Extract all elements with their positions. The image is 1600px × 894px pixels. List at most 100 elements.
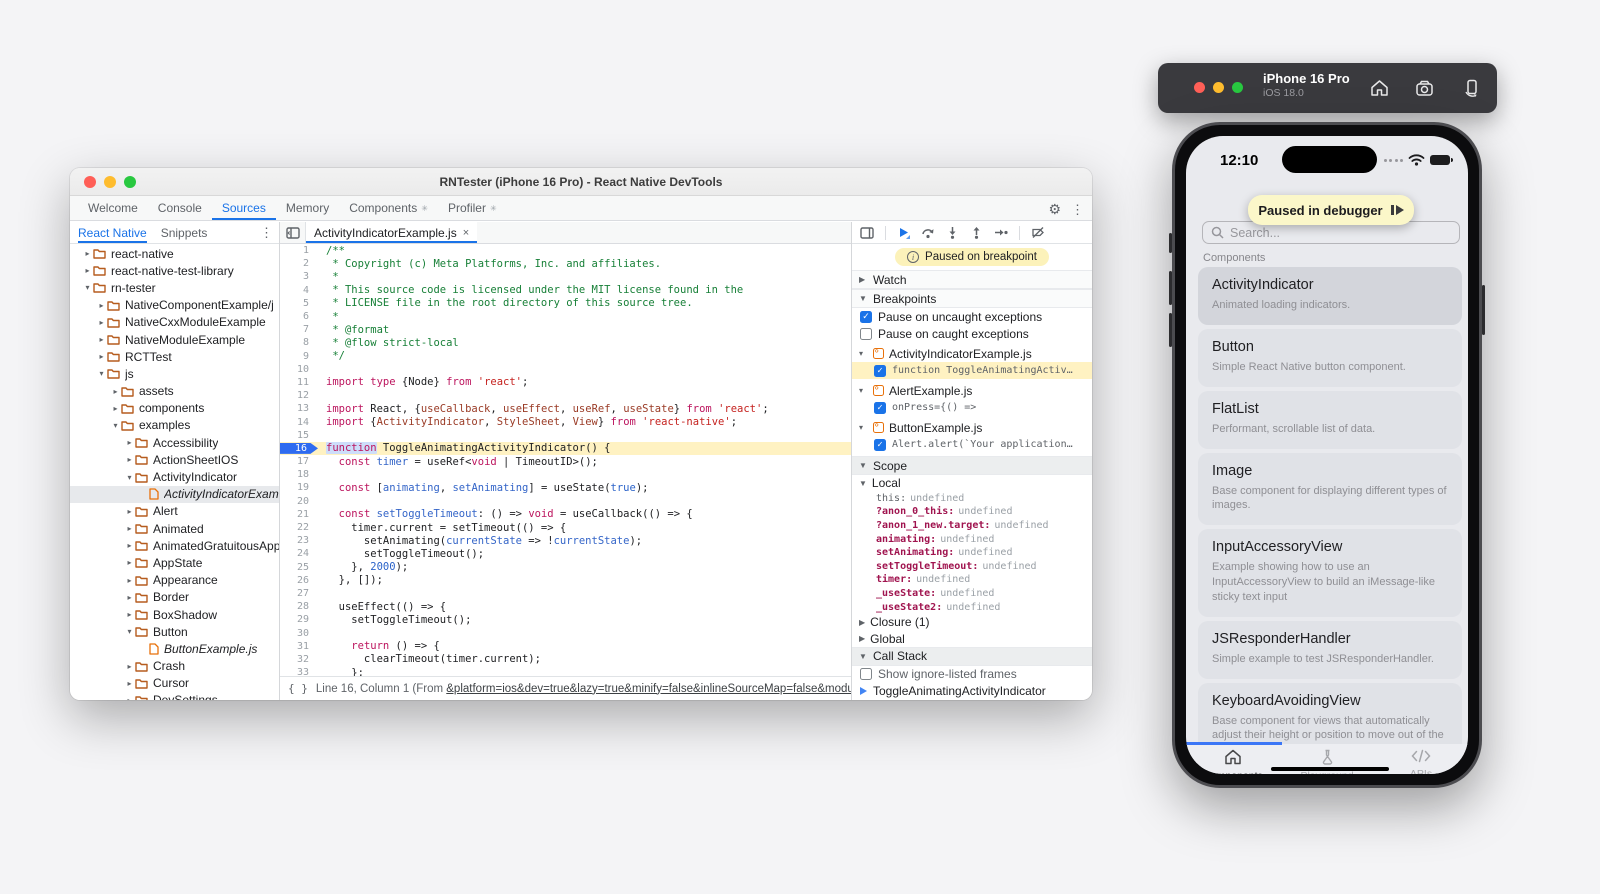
chevron-right-icon[interactable]: ▸ <box>96 301 107 310</box>
line-number[interactable]: 6 <box>280 311 318 322</box>
chevron-down-icon[interactable]: ▾ <box>82 283 93 292</box>
scope-variable[interactable]: ?anon_1_new.target:undefined <box>852 519 1092 533</box>
line-number[interactable]: 22 <box>280 522 318 533</box>
step-icon[interactable] <box>994 226 1008 239</box>
tree-item-devsettings[interactable]: ▸DevSettings <box>70 692 279 700</box>
chevron-right-icon[interactable]: ▸ <box>96 352 107 361</box>
line-number[interactable]: 13 <box>280 403 318 414</box>
tab-console[interactable]: Console <box>148 196 212 220</box>
tab-welcome[interactable]: Welcome <box>78 196 148 220</box>
scope-local[interactable]: ▼Local <box>852 475 1092 492</box>
chevron-right-icon[interactable]: ▸ <box>124 558 135 567</box>
component-card-jsresponderhandler[interactable]: JSResponderHandlerSimple example to test… <box>1198 621 1462 679</box>
line-number[interactable]: 5 <box>280 298 318 309</box>
deactivate-breakpoints-icon[interactable] <box>1031 226 1045 239</box>
settings-gear-icon[interactable]: ⚙ <box>1048 201 1061 218</box>
section-call-stack[interactable]: ▼Call Stack <box>852 647 1092 666</box>
tree-item-cursor[interactable]: ▸Cursor <box>70 675 279 692</box>
line-number[interactable]: 24 <box>280 548 318 559</box>
section-scope[interactable]: ▼Scope <box>852 456 1092 475</box>
chevron-right-icon[interactable]: ▸ <box>124 576 135 585</box>
tab-memory[interactable]: Memory <box>276 196 339 220</box>
tree-item-boxshadow[interactable]: ▸BoxShadow <box>70 606 279 623</box>
component-card-activityindicator[interactable]: ActivityIndicatorAnimated loading indica… <box>1198 267 1462 325</box>
chevron-right-icon[interactable]: ▸ <box>124 679 135 688</box>
component-card-image[interactable]: ImageBase component for displaying diffe… <box>1198 453 1462 526</box>
tree-item-accessibility[interactable]: ▸Accessibility <box>70 434 279 451</box>
tree-item-activityindicator[interactable]: ▾ActivityIndicator <box>70 468 279 485</box>
close-tab-icon[interactable]: × <box>463 227 469 239</box>
checkbox-icon[interactable] <box>860 328 872 340</box>
home-indicator[interactable] <box>1271 767 1389 772</box>
component-card-button[interactable]: ButtonSimple React Native button compone… <box>1198 329 1462 387</box>
line-number[interactable]: 28 <box>280 601 318 612</box>
chevron-right-icon[interactable]: ▸ <box>96 318 107 327</box>
tree-item-js[interactable]: ▾js <box>70 365 279 382</box>
line-number[interactable]: 32 <box>280 654 318 665</box>
show-ignore-listed-option[interactable]: Show ignore-listed frames <box>852 666 1092 683</box>
line-number[interactable]: 1 <box>280 245 318 256</box>
chevron-right-icon[interactable]: ▸ <box>124 593 135 602</box>
rotate-icon[interactable] <box>1463 79 1481 97</box>
line-number[interactable]: 15 <box>280 430 318 441</box>
checkbox-icon[interactable]: ✓ <box>874 402 886 414</box>
chevron-down-icon[interactable]: ▾ <box>110 421 121 430</box>
tree-item-nativecomponentexample-j[interactable]: ▸NativeComponentExample/j <box>70 297 279 314</box>
tree-item-rn-tester[interactable]: ▾rn-tester <box>70 279 279 296</box>
breakpoint-file-group[interactable]: ▾ButtonExample.js <box>852 419 1092 436</box>
paused-in-debugger-banner[interactable]: Paused in debugger <box>1248 195 1414 225</box>
tree-item-actionsheetios[interactable]: ▸ActionSheetIOS <box>70 451 279 468</box>
tree-item-alert[interactable]: ▸Alert <box>70 503 279 520</box>
home-icon[interactable] <box>1370 79 1389 97</box>
minimize-button[interactable] <box>104 176 116 188</box>
chevron-right-icon[interactable]: ▸ <box>124 438 135 447</box>
toggle-navigator-icon[interactable] <box>280 222 306 243</box>
breakpoint-entry[interactable]: ✓onPress={() => <box>852 399 1092 416</box>
line-number[interactable]: 16 <box>280 443 318 454</box>
line-number[interactable]: 12 <box>280 390 318 401</box>
breakpoint-file-group[interactable]: ▾AlertExample.js <box>852 382 1092 399</box>
checkbox-icon[interactable]: ✓ <box>860 311 872 323</box>
chevron-right-icon[interactable]: ▸ <box>124 541 135 550</box>
tree-item-border[interactable]: ▸Border <box>70 589 279 606</box>
tree-item-assets[interactable]: ▸assets <box>70 383 279 400</box>
scope-variable[interactable]: _useState:undefined <box>852 587 1092 601</box>
chevron-right-icon[interactable]: ▸ <box>124 696 135 700</box>
line-number[interactable]: 30 <box>280 628 318 639</box>
chevron-right-icon[interactable]: ▸ <box>82 266 93 275</box>
zoom-button[interactable] <box>124 176 136 188</box>
step-out-icon[interactable] <box>970 226 983 239</box>
chevron-right-icon[interactable]: ▸ <box>124 610 135 619</box>
checkbox-icon[interactable]: ✓ <box>874 439 886 451</box>
tree-item-nativemoduleexample[interactable]: ▸NativeModuleExample <box>70 331 279 348</box>
line-number[interactable]: 26 <box>280 575 318 586</box>
tree-item-react-native[interactable]: ▸react-native <box>70 245 279 262</box>
tree-item-nativecxxmoduleexample[interactable]: ▸NativeCxxModuleExample <box>70 314 279 331</box>
checkbox-icon[interactable]: ✓ <box>874 365 886 377</box>
zoom-button[interactable] <box>1232 82 1243 93</box>
component-card-flatlist[interactable]: FlatListPerformant, scrollable list of d… <box>1198 391 1462 449</box>
tree-item-activityindicatorexam[interactable]: ActivityIndicatorExam <box>70 486 279 503</box>
tree-item-crash[interactable]: ▸Crash <box>70 658 279 675</box>
step-into-icon[interactable] <box>946 226 959 239</box>
more-options-icon[interactable]: ⋮ <box>1071 202 1084 218</box>
line-number[interactable]: 27 <box>280 588 318 599</box>
resume-script-icon[interactable] <box>897 226 910 239</box>
line-number[interactable]: 33 <box>280 667 318 676</box>
close-button[interactable] <box>84 176 96 188</box>
chevron-right-icon[interactable]: ▸ <box>96 335 107 344</box>
chevron-right-icon[interactable]: ▸ <box>124 455 135 464</box>
chevron-down-icon[interactable]: ▾ <box>124 473 135 482</box>
scope-global[interactable]: ▶Global <box>852 630 1092 647</box>
section-watch[interactable]: ▶Watch <box>852 270 1092 289</box>
chevron-down-icon[interactable]: ▾ <box>96 369 107 378</box>
scope-variable[interactable]: timer:undefined <box>852 573 1092 587</box>
tab-sources[interactable]: Sources <box>212 196 276 220</box>
line-number[interactable]: 7 <box>280 324 318 335</box>
scope-closure[interactable]: ▶Closure (1) <box>852 614 1092 631</box>
tab-components[interactable]: Components✳ <box>339 196 438 220</box>
tab-react-native[interactable]: React Native <box>78 222 147 243</box>
line-number[interactable]: 4 <box>280 285 318 296</box>
chevron-down-icon[interactable]: ▾ <box>859 423 868 432</box>
breakpoint-option[interactable]: ✓Pause on uncaught exceptions <box>852 308 1092 325</box>
